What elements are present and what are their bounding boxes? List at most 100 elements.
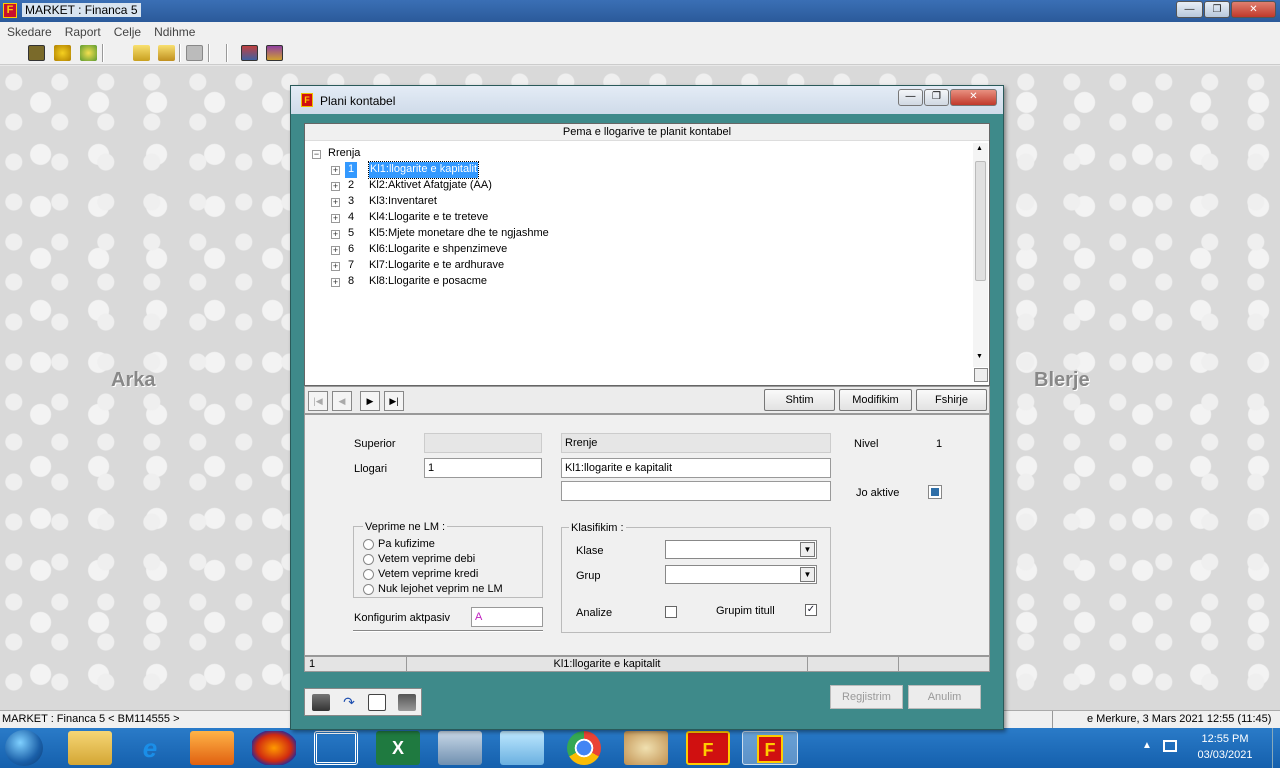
menu-celje[interactable]: Celje <box>107 22 147 39</box>
group-select[interactable]: ▼ <box>665 565 817 584</box>
superior-name-field: Rrenje <box>561 433 831 453</box>
tree-item-label[interactable]: Kl2:Aktivet Afatgjate (AA) <box>369 178 492 194</box>
chevron-down-icon[interactable]: ▼ <box>800 542 815 557</box>
first-record-button[interactable]: |◀ <box>308 391 328 411</box>
expand-icon[interactable]: + <box>331 246 340 255</box>
dialog-maximize-button[interactable]: ❐ <box>924 89 949 106</box>
minimize-button[interactable]: — <box>1176 1 1203 18</box>
tree-item-label[interactable]: Kl1:llogarite e kapitalit <box>367 161 480 179</box>
excel-icon[interactable]: X <box>376 731 420 765</box>
menu-raport[interactable]: Raport <box>58 22 107 39</box>
ops-radio[interactable] <box>363 539 374 550</box>
delete-button[interactable]: Fshirje <box>916 389 987 411</box>
edit-icon[interactable] <box>368 694 386 711</box>
print-icon[interactable] <box>398 694 416 711</box>
tray-up-arrow-icon[interactable]: ▲ <box>1142 740 1152 751</box>
menu-ndihme[interactable]: Ndihme <box>147 22 201 39</box>
next-record-button[interactable]: ▶ <box>360 391 380 411</box>
tree-item-label[interactable]: Kl5:Mjete monetare dhe te ngjashme <box>369 226 549 242</box>
menu-skedare[interactable]: Skedare <box>0 22 58 39</box>
financa-f5-icon[interactable]: F <box>686 731 730 765</box>
filter-icon[interactable] <box>312 694 330 711</box>
config-input[interactable]: A <box>471 607 543 627</box>
tree-item-number: 8 <box>348 275 355 287</box>
restore-button[interactable]: ❐ <box>1204 1 1230 18</box>
calculator-icon[interactable] <box>438 731 482 765</box>
modify-button[interactable]: Modifikim <box>839 389 912 411</box>
chrome-icon[interactable] <box>567 731 601 765</box>
undo-icon[interactable]: ↷ <box>340 694 358 711</box>
class-select-value <box>666 541 669 553</box>
expand-icon[interactable]: + <box>331 214 340 223</box>
account-code-input[interactable]: 1 <box>424 458 542 478</box>
toolbar-separator <box>226 44 228 62</box>
arka-label[interactable]: Arka <box>111 369 155 392</box>
expand-icon[interactable]: + <box>331 198 340 207</box>
ops-radio-label: Nuk lejohet veprim ne LM <box>378 583 503 595</box>
expand-icon[interactable]: + <box>331 166 340 175</box>
blerje-label[interactable]: Blerje <box>1034 369 1090 392</box>
classification-title: Klasifikim : <box>569 522 626 534</box>
collapse-icon[interactable]: − <box>312 150 321 159</box>
start-button[interactable] <box>5 730 43 766</box>
tree-item-label[interactable]: Kl3:Inventaret <box>369 194 437 210</box>
cancel-button[interactable]: Anulim <box>908 685 981 709</box>
expand-icon[interactable]: + <box>331 182 340 191</box>
add-icon[interactable] <box>80 45 97 61</box>
media-player-icon[interactable] <box>190 731 234 765</box>
app-logo-icon: F <box>3 3 17 18</box>
network-icon[interactable] <box>1163 740 1177 752</box>
dialog-minimize-button[interactable]: — <box>898 89 923 106</box>
folder-open-icon[interactable] <box>133 45 150 61</box>
file-explorer-icon[interactable] <box>68 731 112 765</box>
record-navigation-bar: |◀ ◀ ▶ ▶| Shtim Modifikim Fshirje <box>304 386 990 414</box>
clock-time: 12:55 PM <box>1201 733 1249 745</box>
scroll-thumb[interactable] <box>975 161 986 281</box>
toolbar-separator <box>102 44 104 62</box>
financa-f5-active-icon[interactable]: F <box>742 731 798 765</box>
dialog-close-button[interactable]: ✕ <box>950 89 997 106</box>
tree-item-label[interactable]: Kl6:Llogarite e shpenzimeve <box>369 242 507 258</box>
notepad-icon[interactable] <box>500 731 544 765</box>
folder-up-icon[interactable] <box>158 45 175 61</box>
coins-icon[interactable] <box>54 45 71 61</box>
clock[interactable]: 12:55 PM 03/03/2021 <box>1190 733 1260 761</box>
account-name2-input[interactable] <box>561 481 831 501</box>
resize-grip-icon[interactable] <box>974 368 988 382</box>
close-button[interactable]: ✕ <box>1231 1 1276 18</box>
class-select[interactable]: ▼ <box>665 540 817 559</box>
scroll-down-arrow-icon[interactable]: ▼ <box>976 353 983 360</box>
disk-icon[interactable] <box>186 45 203 61</box>
toolbar <box>0 41 1280 65</box>
group-title-checkbox[interactable]: ✓ <box>805 604 817 616</box>
ops-radio[interactable] <box>363 569 374 580</box>
last-record-button[interactable]: ▶| <box>384 391 404 411</box>
inactive-checkbox[interactable] <box>928 485 942 499</box>
book-icon[interactable] <box>266 45 283 61</box>
show-desktop-button[interactable] <box>1272 728 1280 768</box>
firefox-icon[interactable] <box>252 731 296 765</box>
expand-icon[interactable]: + <box>331 230 340 239</box>
tree-scrollbar[interactable]: ▲ ▼ <box>973 143 988 367</box>
add-button[interactable]: Shtim <box>764 389 835 411</box>
scroll-up-arrow-icon[interactable]: ▲ <box>976 145 983 152</box>
tree-item-label[interactable]: Kl8:Llogarite e posacme <box>369 274 487 290</box>
expand-icon[interactable]: + <box>331 278 340 287</box>
account-name-input[interactable]: Kl1:llogarite e kapitalit <box>561 458 831 478</box>
inactive-label: Jo aktive <box>856 487 900 499</box>
book-binoculars-icon[interactable] <box>28 45 45 61</box>
expand-icon[interactable]: + <box>331 262 340 271</box>
paint-icon[interactable] <box>624 731 668 765</box>
ops-radio[interactable] <box>363 554 374 565</box>
ops-radio[interactable] <box>363 584 374 595</box>
maze-app-icon[interactable] <box>314 731 358 765</box>
internet-explorer-icon[interactable]: e <box>128 731 172 765</box>
tree-item-label[interactable]: Kl4:Llogarite e te treteve <box>369 210 488 226</box>
prev-record-button[interactable]: ◀ <box>332 391 352 411</box>
tree-root-label[interactable]: Rrenja <box>328 146 360 162</box>
analysis-checkbox[interactable] <box>665 606 677 618</box>
register-button[interactable]: Regjistrim <box>830 685 903 709</box>
report-icon[interactable] <box>241 45 258 61</box>
chevron-down-icon[interactable]: ▼ <box>800 567 815 582</box>
tree-item-label[interactable]: Kl7:Llogarite e te ardhurave <box>369 258 504 274</box>
